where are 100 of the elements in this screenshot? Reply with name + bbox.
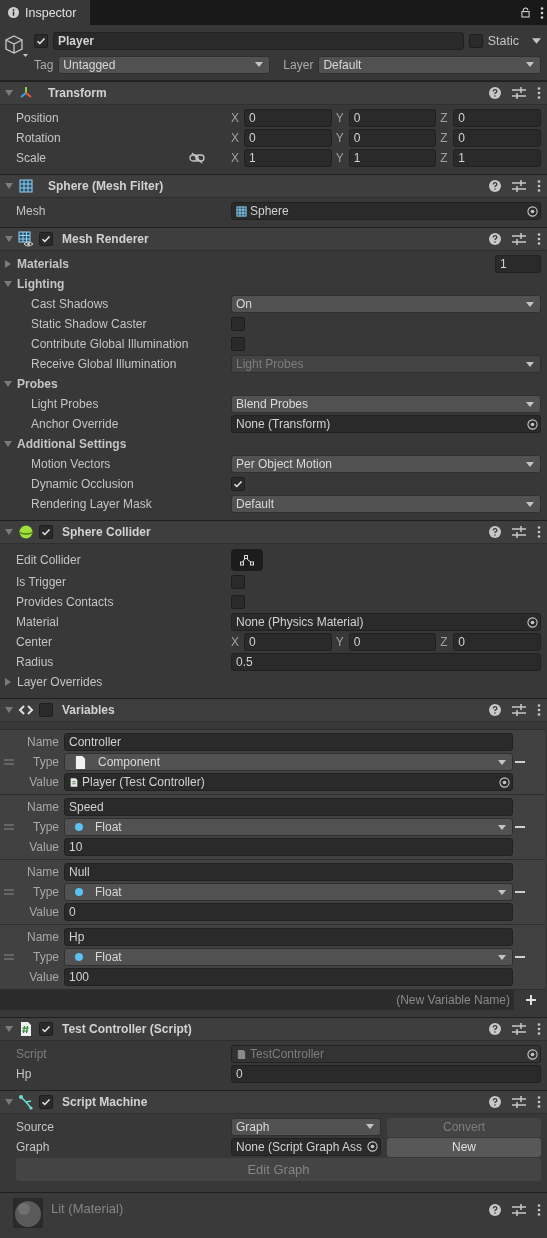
- object-picker-icon[interactable]: [527, 418, 538, 430]
- checkbox[interactable]: [231, 575, 245, 589]
- number-field[interactable]: 0: [453, 109, 541, 127]
- checkbox[interactable]: [39, 525, 53, 539]
- type-dropdown[interactable]: Float: [64, 883, 513, 901]
- number-field[interactable]: 0: [453, 633, 541, 651]
- component-header[interactable]: Transform: [0, 82, 547, 105]
- new-button[interactable]: New: [387, 1137, 541, 1157]
- object-field[interactable]: Player (Test Controller): [64, 773, 513, 791]
- number-field[interactable]: 0: [244, 633, 332, 651]
- fold-arrow-icon[interactable]: [5, 706, 13, 714]
- presets-icon[interactable]: [512, 1204, 526, 1216]
- help-icon[interactable]: [489, 526, 501, 538]
- checkbox[interactable]: [39, 232, 53, 246]
- presets-icon[interactable]: [512, 87, 526, 99]
- help-icon[interactable]: [489, 180, 501, 192]
- object-picker-icon[interactable]: [527, 205, 538, 217]
- help-icon[interactable]: [489, 233, 501, 245]
- presets-icon[interactable]: [512, 1096, 526, 1108]
- foldout[interactable]: Lighting: [0, 277, 541, 291]
- fold-arrow-icon[interactable]: [5, 89, 13, 97]
- foldout[interactable]: Additional Settings: [0, 437, 541, 451]
- layer-dropdown[interactable]: Default: [318, 55, 541, 74]
- foldout[interactable]: Materials: [0, 257, 495, 271]
- object-field[interactable]: None (Transform): [231, 415, 541, 433]
- number-field[interactable]: 0: [64, 903, 513, 921]
- help-icon[interactable]: [489, 1023, 501, 1035]
- type-dropdown[interactable]: Float: [64, 948, 513, 966]
- name-field[interactable]: Player: [53, 31, 464, 50]
- component-header[interactable]: Variables: [0, 699, 547, 722]
- more-icon[interactable]: [537, 704, 541, 716]
- drag-handle-icon[interactable]: [4, 889, 14, 895]
- checkbox[interactable]: [231, 477, 245, 491]
- new-variable-field[interactable]: (New Variable Name): [0, 990, 514, 1010]
- number-field[interactable]: 0: [348, 109, 437, 127]
- presets-icon[interactable]: [512, 233, 526, 245]
- help-icon[interactable]: [489, 704, 501, 716]
- checkbox[interactable]: [231, 595, 245, 609]
- number-field[interactable]: 10: [64, 838, 513, 856]
- type-dropdown[interactable]: Component: [64, 753, 513, 771]
- count-field[interactable]: 1: [495, 255, 541, 273]
- name-field[interactable]: Null: [64, 863, 513, 881]
- dropdown[interactable]: Blend Probes: [231, 395, 541, 413]
- number-field[interactable]: 0.5: [231, 653, 541, 671]
- edit-collider-button[interactable]: [231, 548, 263, 571]
- fold-arrow-icon[interactable]: [5, 528, 13, 536]
- fold-arrow-icon[interactable]: [5, 1025, 13, 1033]
- component-header[interactable]: Sphere (Mesh Filter): [0, 175, 547, 198]
- inspector-tab[interactable]: Inspector: [0, 0, 91, 25]
- more-icon[interactable]: [537, 1023, 541, 1035]
- object-field[interactable]: Sphere: [231, 202, 541, 220]
- more-icon[interactable]: [537, 87, 541, 99]
- checkbox[interactable]: [231, 337, 245, 351]
- dropdown[interactable]: On: [231, 295, 541, 313]
- checkbox[interactable]: [231, 317, 245, 331]
- number-field[interactable]: 1: [348, 149, 437, 167]
- drag-handle-icon[interactable]: [4, 824, 14, 830]
- fold-arrow-icon[interactable]: [4, 440, 12, 448]
- component-header[interactable]: Mesh Renderer: [0, 228, 547, 251]
- number-field[interactable]: 1: [244, 149, 332, 167]
- more-icon[interactable]: [537, 233, 541, 245]
- type-dropdown[interactable]: Float: [64, 818, 513, 836]
- fold-arrow-icon[interactable]: [5, 1098, 13, 1106]
- number-field[interactable]: 0: [231, 1065, 541, 1083]
- dropdown[interactable]: Per Object Motion: [231, 455, 541, 473]
- dropdown[interactable]: Default: [231, 495, 541, 513]
- presets-icon[interactable]: [512, 526, 526, 538]
- more-icon[interactable]: [540, 6, 544, 19]
- fold-arrow-icon[interactable]: [5, 182, 13, 190]
- checkbox[interactable]: [39, 703, 53, 717]
- dropdown[interactable]: Graph: [231, 1117, 381, 1136]
- name-field[interactable]: Hp: [64, 928, 513, 946]
- object-field[interactable]: None (Script Graph Ass: [231, 1137, 381, 1156]
- name-field[interactable]: Speed: [64, 798, 513, 816]
- component-header[interactable]: Sphere Collider: [0, 521, 547, 544]
- cube-icon[interactable]: [4, 34, 28, 60]
- caret-icon[interactable]: [532, 37, 541, 44]
- tag-dropdown[interactable]: Untagged: [58, 55, 271, 74]
- fold-arrow-icon[interactable]: [4, 678, 12, 686]
- drag-handle-icon[interactable]: [4, 954, 14, 960]
- foldout[interactable]: Layer Overrides: [0, 675, 541, 689]
- object-picker-icon[interactable]: [527, 616, 538, 628]
- component-header[interactable]: Script Machine: [0, 1091, 547, 1114]
- help-icon[interactable]: [489, 1096, 501, 1108]
- help-icon[interactable]: [489, 1204, 501, 1216]
- number-field[interactable]: 0: [348, 129, 437, 147]
- help-icon[interactable]: [489, 87, 501, 99]
- number-field[interactable]: 0: [348, 633, 437, 651]
- name-field[interactable]: Controller: [64, 733, 513, 751]
- presets-icon[interactable]: [512, 704, 526, 716]
- lock-icon[interactable]: [521, 7, 530, 18]
- number-field[interactable]: 1: [453, 149, 541, 167]
- fold-arrow-icon[interactable]: [4, 280, 12, 288]
- object-picker-icon[interactable]: [499, 776, 510, 788]
- object-picker-icon[interactable]: [367, 1141, 378, 1152]
- broken-chain-icon[interactable]: [189, 152, 205, 164]
- checkbox[interactable]: [39, 1095, 53, 1109]
- number-field[interactable]: 0: [244, 109, 332, 127]
- component-header[interactable]: Test Controller (Script): [0, 1018, 547, 1041]
- more-icon[interactable]: [537, 1204, 541, 1216]
